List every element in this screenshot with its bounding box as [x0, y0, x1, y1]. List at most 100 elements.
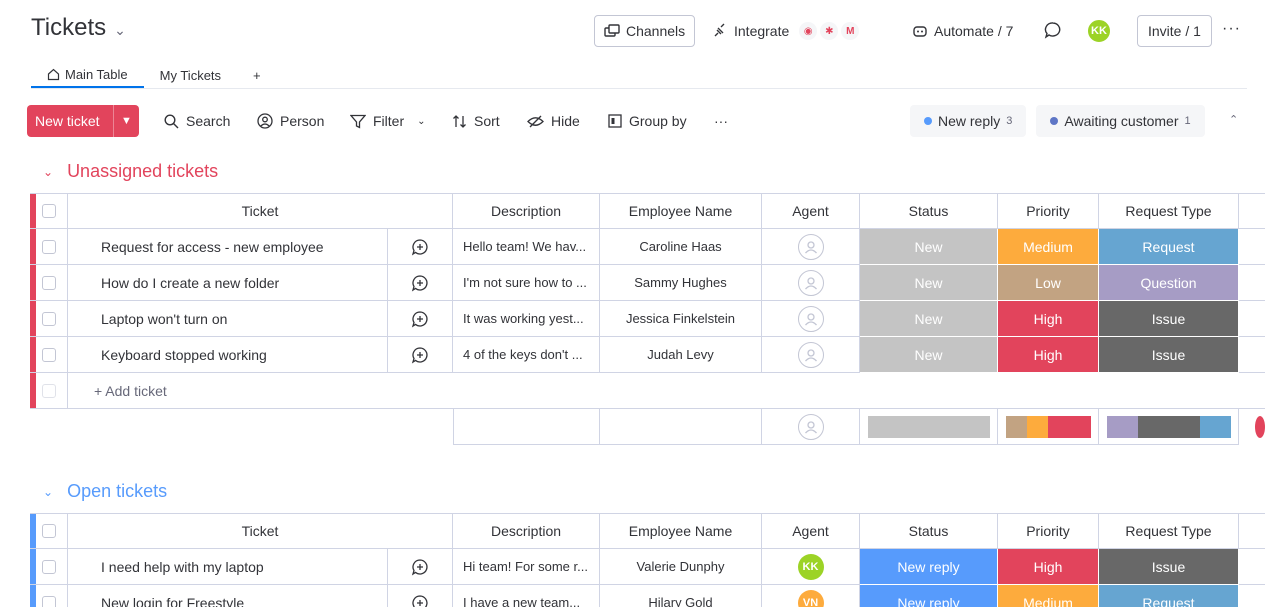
description-cell[interactable]: Hello team! We hav...	[453, 229, 600, 265]
chat-plus-icon[interactable]	[411, 274, 429, 292]
person-icon[interactable]	[797, 305, 824, 332]
row-checkbox[interactable]	[41, 524, 56, 538]
chevron-down-icon[interactable]: ⌄	[43, 485, 53, 499]
row-checkbox-cell[interactable]	[30, 193, 68, 229]
chat-plus-icon[interactable]	[411, 346, 429, 364]
column-add[interactable]	[1239, 513, 1265, 549]
row-checkbox-cell[interactable]	[30, 229, 68, 265]
chevron-down-icon[interactable]: ⌄	[417, 116, 425, 127]
tab-my-tickets[interactable]: My Tickets	[144, 62, 237, 88]
agent-cell[interactable]	[762, 337, 860, 373]
new-ticket-button[interactable]: New ticket ▼	[27, 105, 139, 137]
priority-cell[interactable]: High	[998, 549, 1099, 585]
add-ticket-input[interactable]: + Add ticket	[68, 373, 1265, 409]
row-checkbox[interactable]	[41, 311, 56, 326]
description-cell[interactable]: It was working yest...	[453, 301, 600, 337]
row-checkbox[interactable]	[41, 559, 56, 574]
automate-button[interactable]: Automate / 7	[912, 15, 1013, 47]
status-cell[interactable]: New reply	[860, 585, 998, 607]
priority-cell[interactable]: Medium	[998, 585, 1099, 607]
agent-cell[interactable]	[762, 265, 860, 301]
status-cell[interactable]: New	[860, 301, 998, 337]
row-checkbox-cell[interactable]	[30, 513, 68, 549]
user-avatar[interactable]: KK	[1087, 19, 1111, 43]
integrate-button[interactable]: Integrate ◉ ✱ M	[712, 15, 860, 47]
agent-cell[interactable]: KK	[762, 549, 860, 585]
person-icon[interactable]	[797, 233, 824, 260]
row-checkbox[interactable]	[41, 275, 56, 290]
chat-bubble-icon[interactable]	[1044, 21, 1062, 42]
sort-button[interactable]: Sort	[452, 105, 500, 137]
filter-awaiting-customer[interactable]: Awaiting customer 1	[1036, 105, 1205, 137]
add-update-cell[interactable]	[388, 549, 453, 585]
column-header-agent[interactable]: Agent	[762, 513, 860, 549]
chevron-up-icon[interactable]: ⌃	[1229, 113, 1238, 126]
chat-plus-icon[interactable]	[411, 558, 429, 576]
chevron-down-icon[interactable]: ▼	[113, 105, 139, 137]
employee-name-cell[interactable]: Sammy Hughes	[600, 265, 762, 301]
column-header-request-type[interactable]: Request Type	[1099, 193, 1239, 229]
row-checkbox[interactable]	[41, 239, 56, 254]
agent-cell[interactable]	[762, 229, 860, 265]
employee-name-cell[interactable]: Judah Levy	[600, 337, 762, 373]
search-button[interactable]: Search	[164, 105, 230, 137]
channels-button[interactable]: Channels	[594, 15, 696, 47]
column-header-priority[interactable]: Priority	[998, 513, 1099, 549]
ticket-name-cell[interactable]: Laptop won't turn on	[68, 301, 388, 337]
ticket-name-cell[interactable]: Request for access - new employee	[68, 229, 388, 265]
row-checkbox[interactable]	[41, 204, 56, 218]
agent-avatar[interactable]: VN	[797, 589, 824, 607]
row-checkbox-cell[interactable]	[30, 265, 68, 301]
more-options-icon[interactable]: ···	[1222, 20, 1241, 38]
status-cell[interactable]: New	[860, 337, 998, 373]
request-type-cell[interactable]: Request	[1099, 229, 1239, 265]
ticket-name-cell[interactable]: New login for Freestyle	[68, 585, 388, 607]
chat-plus-icon[interactable]	[411, 238, 429, 256]
priority-cell[interactable]: High	[998, 301, 1099, 337]
invite-button[interactable]: Invite / 1	[1137, 15, 1212, 47]
filter-new-reply[interactable]: New reply 3	[910, 105, 1027, 137]
group-open-title[interactable]: ⌄ Open tickets	[43, 481, 167, 502]
row-checkbox-cell[interactable]	[30, 301, 68, 337]
column-header-agent[interactable]: Agent	[762, 193, 860, 229]
tab-main-table[interactable]: Main Table	[31, 62, 144, 88]
description-cell[interactable]: I'm not sure how to ...	[453, 265, 600, 301]
column-header-description[interactable]: Description	[453, 513, 600, 549]
column-header-ticket[interactable]: Ticket	[68, 513, 453, 549]
chevron-down-icon[interactable]: ⌄	[43, 165, 53, 179]
ticket-name-cell[interactable]: I need help with my laptop	[68, 549, 388, 585]
add-view-button[interactable]: +	[237, 62, 277, 88]
agent-cell[interactable]: VN	[762, 585, 860, 607]
page-title[interactable]: Tickets ⌄	[31, 14, 126, 42]
person-filter-button[interactable]: Person	[257, 105, 324, 137]
column-header-priority[interactable]: Priority	[998, 193, 1099, 229]
request-type-cell[interactable]: Issue	[1099, 549, 1239, 585]
column-header-description[interactable]: Description	[453, 193, 600, 229]
priority-cell[interactable]: Low	[998, 265, 1099, 301]
agent-avatar[interactable]: KK	[797, 553, 824, 580]
description-cell[interactable]: Hi team! For some r...	[453, 549, 600, 585]
agent-cell[interactable]	[762, 301, 860, 337]
row-checkbox-cell[interactable]	[30, 549, 68, 585]
ticket-name-cell[interactable]: Keyboard stopped working	[68, 337, 388, 373]
add-update-cell[interactable]	[388, 229, 453, 265]
column-header-employee-name[interactable]: Employee Name	[600, 193, 762, 229]
column-header-employee-name[interactable]: Employee Name	[600, 513, 762, 549]
row-checkbox-cell[interactable]	[30, 585, 68, 607]
row-checkbox[interactable]	[41, 595, 56, 607]
column-header-ticket[interactable]: Ticket	[68, 193, 453, 229]
description-cell[interactable]: 4 of the keys don't ...	[453, 337, 600, 373]
chat-plus-icon[interactable]	[411, 594, 429, 607]
request-type-cell[interactable]: Issue	[1099, 301, 1239, 337]
employee-name-cell[interactable]: Hilary Gold	[600, 585, 762, 607]
add-update-cell[interactable]	[388, 585, 453, 607]
priority-cell[interactable]: Medium	[998, 229, 1099, 265]
request-type-cell[interactable]: Question	[1099, 265, 1239, 301]
add-update-cell[interactable]	[388, 337, 453, 373]
person-icon[interactable]	[797, 269, 824, 296]
column-header-status[interactable]: Status	[860, 513, 998, 549]
employee-name-cell[interactable]: Jessica Finkelstein	[600, 301, 762, 337]
column-add[interactable]	[1239, 193, 1265, 229]
priority-cell[interactable]: High	[998, 337, 1099, 373]
row-checkbox-cell[interactable]	[30, 337, 68, 373]
